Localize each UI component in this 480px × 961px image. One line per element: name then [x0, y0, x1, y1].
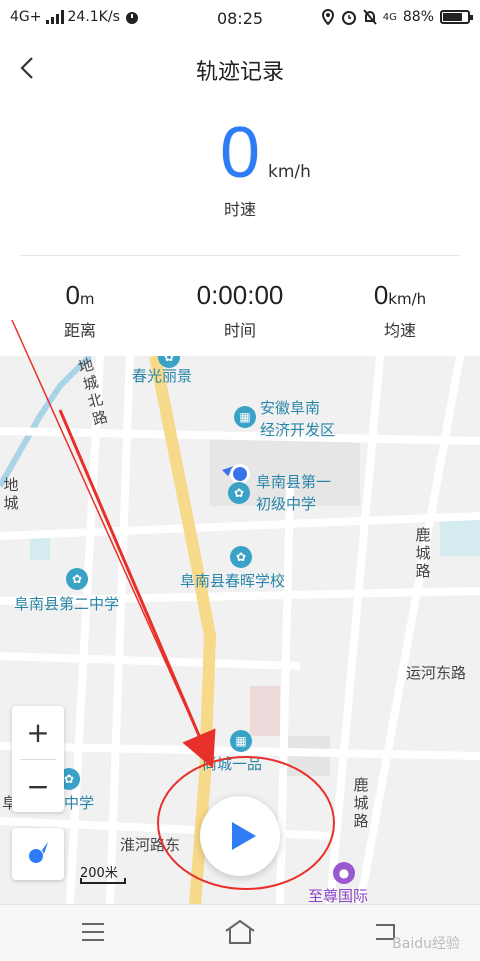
system-nav-bar: Baidu经验 [0, 904, 480, 961]
zoom-out-button[interactable]: − [12, 760, 64, 813]
home-icon[interactable] [224, 919, 256, 945]
status-right: 4G 88% [321, 9, 473, 25]
status-bar: 4G+ 24.1K/s 08:25 4G 88% [0, 0, 480, 36]
battery-fill [443, 13, 463, 21]
page-title: 轨迹记录 [195, 60, 284, 85]
network-right-label: 4G [382, 11, 397, 23]
start-record-button[interactable] [200, 796, 280, 876]
map-scale-bar [80, 878, 126, 884]
alarm-icon [341, 11, 356, 25]
speed-display: 0 [0, 112, 480, 194]
speed-unit: km/h [268, 162, 311, 182]
watermark: Baidu经验 [392, 936, 460, 952]
speed-value: 0 [219, 113, 261, 193]
annotation-arrow [11, 319, 216, 769]
divider [20, 255, 460, 256]
mute-icon [362, 9, 377, 25]
play-icon [232, 822, 256, 850]
zoom-control: + − [12, 706, 64, 812]
locate-button[interactable] [12, 828, 64, 880]
header: 轨迹记录 [0, 36, 480, 100]
speed-label: 时速 [223, 200, 256, 219]
location-icon [321, 9, 334, 25]
zoom-in-button[interactable]: + [12, 706, 64, 759]
menu-icon[interactable] [80, 921, 106, 943]
battery-percent: 88% [402, 9, 434, 25]
battery-icon [440, 10, 473, 24]
compass-icon [29, 842, 48, 863]
